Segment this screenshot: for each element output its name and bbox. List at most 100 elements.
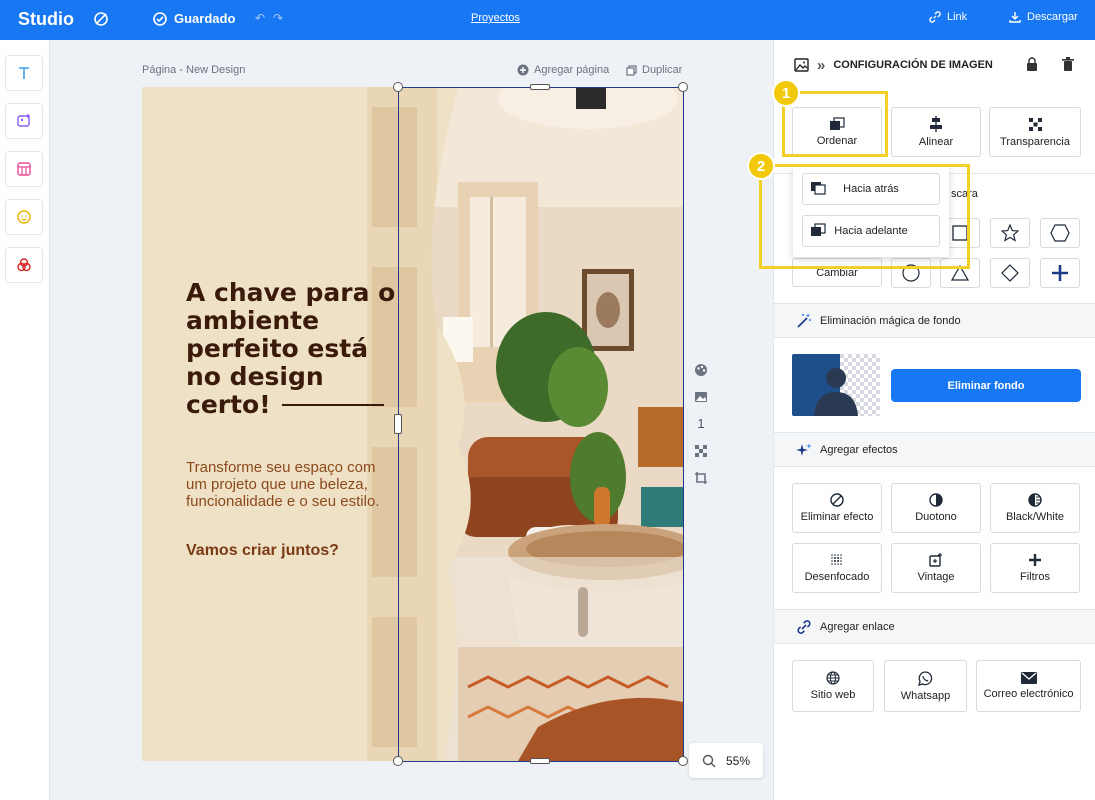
saved-label: Guardado [174, 11, 236, 26]
add-shape-button[interactable] [1040, 258, 1080, 288]
resize-handle-bottom-right[interactable] [678, 756, 688, 766]
callout-box-dropdown [759, 164, 970, 269]
effect-label: Black/White [1005, 511, 1065, 523]
panel-header: » CONFIGURACIÓN DE IMAGEN [774, 40, 1095, 90]
text-tool-button[interactable] [5, 55, 43, 91]
link-button[interactable]: Link [929, 11, 967, 23]
callout-badge-2: 2 [749, 154, 773, 178]
shape-star-button[interactable] [990, 218, 1030, 248]
transparency-label: Transparencia [1000, 135, 1070, 148]
align-button[interactable]: Alinear [891, 107, 981, 157]
zoom-control[interactable]: 55% [689, 743, 763, 778]
resize-handle-left[interactable] [394, 414, 402, 434]
effect-blackwhite-button[interactable]: Black/White [990, 483, 1080, 533]
design-cta[interactable]: Vamos criar juntos? [186, 542, 339, 560]
double-chevron-icon: » [817, 56, 826, 74]
cloud-check-icon [153, 11, 167, 26]
transparency-icon[interactable] [691, 437, 711, 464]
effect-label: Filtros [1020, 571, 1050, 583]
plus-circle-icon [517, 64, 529, 76]
headline-underline [282, 404, 384, 406]
design-body-text[interactable]: Transforme seu espaço com um projeto que… [186, 459, 396, 510]
effects-label: Agregar efectos [820, 443, 898, 456]
image-icon [794, 58, 809, 72]
link-icon [929, 11, 941, 23]
effect-blur-button[interactable]: Desenfocado [792, 543, 882, 593]
add-page-label: Agregar página [534, 64, 610, 76]
lock-icon[interactable] [1026, 57, 1038, 71]
resize-handle-top-right[interactable] [678, 82, 688, 92]
align-label: Alinear [918, 136, 954, 148]
page-side-tools: 1 [691, 356, 711, 491]
sticker-tool-button[interactable] [5, 199, 43, 235]
link-option-label: Whatsapp [900, 689, 951, 702]
redo-icon[interactable]: ↷ [273, 11, 283, 25]
envelope-icon [1020, 672, 1037, 684]
crop-icon[interactable] [691, 464, 711, 491]
effect-filters-button[interactable]: Filtros [990, 543, 1080, 593]
remove-background-button[interactable]: Eliminar fondo [891, 369, 1081, 402]
add-page-button[interactable]: Agregar página [517, 64, 609, 76]
link-option-label: Correo electrónico [983, 688, 1074, 700]
shape-hexagon-button[interactable] [1040, 218, 1080, 248]
align-icon [930, 116, 942, 132]
sparkles-icon [796, 442, 812, 456]
resize-handle-bottom[interactable] [530, 758, 550, 764]
undo-icon[interactable]: ↶ [255, 11, 265, 25]
star-shape-icon [1001, 224, 1019, 242]
image-add-icon [17, 114, 30, 127]
link-label: Link [947, 11, 968, 23]
link-section-label: Agregar enlace [820, 620, 895, 633]
design-page[interactable]: A chave para o ambiente perfeito está no… [142, 87, 683, 761]
plus-icon [1052, 265, 1068, 281]
duplicate-icon [626, 64, 637, 76]
link-whatsapp-button[interactable]: Whatsapp [884, 660, 967, 712]
effect-duotone-button[interactable]: Duotono [891, 483, 981, 533]
duplicate-label: Duplicar [642, 64, 683, 76]
shape-diamond-button[interactable] [990, 258, 1030, 288]
globe-icon [826, 671, 840, 685]
diamond-shape-icon [1001, 264, 1019, 282]
selection-right-edge [683, 87, 684, 761]
shapes-tool-button[interactable] [5, 247, 43, 283]
link-website-button[interactable]: Sitio web [792, 660, 874, 712]
callout-badge-1: 1 [774, 81, 798, 105]
template-icon [17, 162, 31, 176]
image-icon[interactable] [691, 383, 711, 410]
zoom-search-icon [702, 754, 716, 768]
saved-status: Guardado [152, 11, 235, 26]
whatsapp-icon [918, 670, 933, 686]
resize-handle-bottom-left[interactable] [393, 756, 403, 766]
projects-link[interactable]: Proyectos [471, 12, 520, 24]
duplicate-button[interactable]: Duplicar [626, 64, 682, 76]
effect-label: Duotono [915, 511, 957, 523]
shapes-icon [17, 258, 31, 272]
vintage-icon [929, 553, 942, 567]
link-option-label: Sitio web [810, 689, 856, 701]
left-toolbar [0, 40, 50, 800]
magic-remove-section: Eliminación mágica de fondo [774, 303, 1095, 338]
text-icon [19, 67, 29, 79]
resize-handle-top-left[interactable] [393, 82, 403, 92]
effect-remove-button[interactable]: Eliminar efecto [792, 483, 882, 533]
design-headline[interactable]: A chave para o ambiente perfeito está no… [186, 279, 406, 419]
duotone-icon [929, 493, 943, 507]
magic-wand-icon [797, 313, 811, 328]
magic-remove-label: Eliminación mágica de fondo [820, 314, 961, 327]
image-tool-button[interactable] [5, 103, 43, 139]
transparency-button[interactable]: Transparencia [989, 107, 1081, 157]
download-icon [1009, 12, 1021, 23]
app-logo[interactable]: Studio [18, 9, 74, 30]
download-button[interactable]: Descargar [1009, 11, 1078, 23]
trash-icon[interactable] [1062, 57, 1074, 71]
effect-label: Desenfocado [804, 571, 870, 583]
palette-icon[interactable] [691, 356, 711, 383]
resize-handle-top[interactable] [530, 84, 550, 90]
no-effect-icon [830, 493, 844, 507]
effect-vintage-button[interactable]: Vintage [891, 543, 981, 593]
room-photo[interactable] [398, 87, 683, 761]
template-tool-button[interactable] [5, 151, 43, 187]
link-email-button[interactable]: Correo electrónico [976, 660, 1081, 712]
download-label: Descargar [1027, 11, 1078, 23]
hexagon-shape-icon [1050, 224, 1070, 242]
